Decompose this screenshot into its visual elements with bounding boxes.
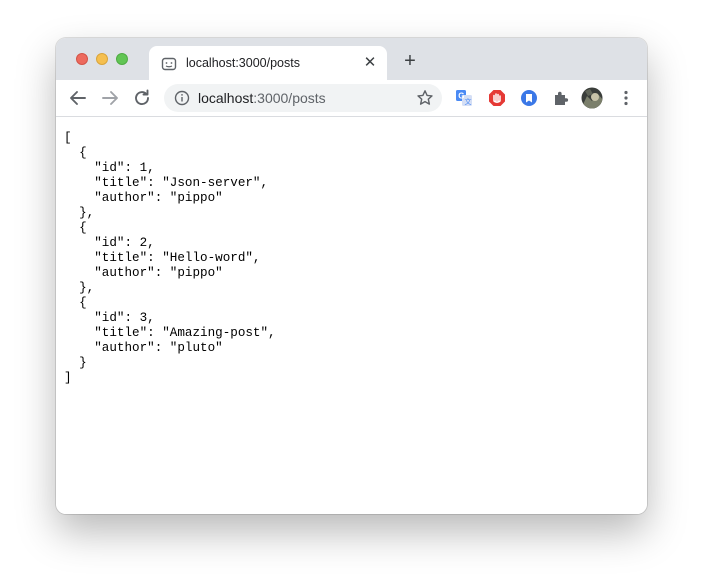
url-host: localhost [198, 90, 254, 106]
svg-text:文: 文 [465, 97, 472, 106]
json-line: { [64, 296, 87, 310]
browser-toolbar: localhost:3000/posts G 文 [56, 80, 647, 117]
json-line: }, [64, 206, 95, 220]
json-line: "title": "Amazing-post", [64, 326, 276, 340]
new-tab-button[interactable]: + [400, 51, 420, 71]
title-bar: localhost:3000/posts ✕ + [56, 38, 647, 80]
json-line: "title": "Json-server", [64, 176, 269, 190]
json-line: [ [64, 131, 72, 145]
json-line: } [64, 356, 87, 370]
json-line: "author": "pluto" [64, 341, 223, 355]
forward-arrow-icon[interactable] [99, 87, 121, 109]
maximize-window-button[interactable] [116, 53, 128, 65]
url-path: :3000/posts [253, 90, 326, 106]
json-line: "id": 1, [64, 161, 155, 175]
json-line: ] [64, 371, 72, 385]
tab-title: localhost:3000/posts [186, 56, 300, 70]
profile-avatar-icon[interactable] [581, 87, 603, 109]
svg-text:G: G [458, 92, 464, 101]
bookmark-star-icon[interactable] [416, 89, 434, 107]
minimize-window-button[interactable] [96, 53, 108, 65]
json-line: "title": "Hello-word", [64, 251, 261, 265]
kebab-menu-icon[interactable] [617, 89, 635, 107]
browser-window: localhost:3000/posts ✕ + localhost:3000/… [56, 38, 647, 514]
page-content: [ { "id": 1, "title": "Json-server", "au… [56, 117, 647, 514]
json-line: { [64, 146, 87, 160]
tab-posts[interactable]: localhost:3000/posts ✕ [149, 46, 387, 80]
json-line: "author": "pippo" [64, 266, 223, 280]
back-arrow-icon[interactable] [67, 87, 89, 109]
json-line: "author": "pippo" [64, 191, 223, 205]
page-favicon-icon [161, 57, 177, 71]
address-bar[interactable]: localhost:3000/posts [164, 84, 442, 112]
json-line: "id": 3, [64, 311, 155, 325]
url-text[interactable]: localhost:3000/posts [198, 90, 326, 106]
json-response: [ { "id": 1, "title": "Json-server", "au… [64, 131, 276, 386]
json-line: "id": 2, [64, 236, 155, 250]
close-window-button[interactable] [76, 53, 88, 65]
close-tab-icon[interactable]: ✕ [362, 55, 378, 71]
translate-extension-icon[interactable]: G 文 [455, 89, 473, 107]
info-circle-icon[interactable] [174, 90, 190, 106]
adblock-extension-icon[interactable] [488, 89, 506, 107]
bookmark-extension-icon[interactable] [520, 89, 538, 107]
json-line: { [64, 221, 87, 235]
puzzle-extensions-icon[interactable] [552, 89, 570, 107]
json-line: }, [64, 281, 95, 295]
reload-icon[interactable] [131, 87, 153, 109]
